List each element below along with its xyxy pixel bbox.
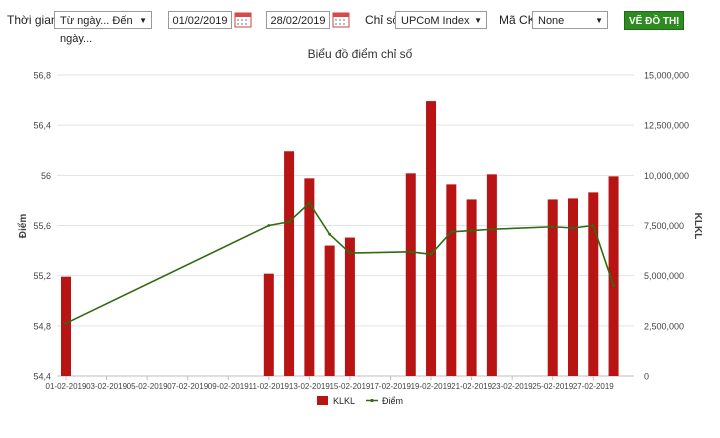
index-select[interactable]: UPCoM Index ▼ [395,11,487,29]
y2-tick-label: 5,000,000 [644,271,684,281]
y-axis-label: Điểm [17,214,29,239]
code-select[interactable]: None ▼ [532,11,608,29]
volume-bar [405,173,416,376]
x-tick-label: 09-02-2019 [208,382,249,391]
code-select-value: None [538,15,565,27]
index-select-value: UPCoM Index [401,15,470,27]
time-select[interactable]: Từ ngày... Đến ngày... ▼ [54,11,152,45]
volume-bar [466,199,477,376]
volume-bar [486,174,497,376]
index-point [348,251,352,255]
volume-bars [61,101,619,376]
x-tick-label: 19-02-2019 [411,382,452,391]
index-point [64,321,68,325]
legend-swatch-klkl [317,396,328,405]
x-tick-label: 01-02-2019 [46,382,87,391]
y2-tick-label: 12,500,000 [644,121,689,131]
chart-title: Biểu đồ điểm chỉ số [308,47,413,61]
volume-bar [446,184,457,376]
volume-bar [61,276,71,376]
y-axis: 56,8 56,4 56 55,6 55,2 54,8 54,4 [33,71,51,382]
index-point [470,229,473,232]
time-label: Thời gian [7,13,58,27]
calendar-icon[interactable] [234,11,252,28]
legend-label-klkl: KLKL [333,396,355,406]
y-tick-label: 55,2 [33,271,51,281]
y2-tick-label: 15,000,000 [644,71,689,81]
y2-tick-label: 2,500,000 [644,321,684,331]
code-label: Mã CK [499,13,536,27]
index-point [287,220,291,224]
index-label: Chỉ số [365,13,400,27]
index-point [307,201,311,205]
volume-bar [284,151,295,376]
volume-bar [568,198,578,376]
legend: KLKL Điểm [317,396,403,406]
to-date-input[interactable]: 28/02/2019 [266,11,330,29]
x-tick-label: 05-02-2019 [127,382,168,391]
x-tick-label: 23-02-2019 [492,382,533,391]
draw-chart-button[interactable]: VẼ ĐỒ THỊ [624,11,684,30]
chevron-down-icon: ▼ [139,16,147,25]
y-tick-label: 55,6 [33,221,51,231]
y2-tick-label: 0 [644,372,649,382]
x-tick-label: 13-02-2019 [289,382,330,391]
x-axis: 01-02-2019 03-02-2019 05-02-2019 07-02-2019… [46,376,614,391]
index-point [612,284,615,288]
y2-tick-label: 7,500,000 [644,221,684,231]
index-chart: Biểu đồ điểm chỉ số Điểm KLKL 56,856,456… [17,47,703,406]
index-line-path [65,201,615,325]
chevron-down-icon: ▼ [595,16,603,25]
index-point [551,225,555,229]
calendar-icon[interactable] [332,11,350,28]
y2-axis: 15,000,000 12,500,000 10,000,000 7,500,000 5… [644,71,689,382]
volume-bar [344,237,355,376]
x-tick-label: 25-02-2019 [532,382,573,391]
chevron-down-icon: ▼ [474,16,482,25]
y-tick-label: 56,4 [33,121,51,131]
index-point [328,232,332,236]
y-tick-label: 54,8 [33,321,51,331]
y-tick-label: 56 [41,171,51,181]
index-point [409,250,413,254]
index-point [429,252,433,256]
volume-bar [588,192,599,376]
volume-bar [263,273,274,376]
x-tick-label: 03-02-2019 [86,382,127,391]
y-tick-label: 56,8 [33,71,51,81]
y2-tick-label: 10,000,000 [644,171,689,181]
legend-label-diem: Điểm [382,396,403,406]
x-tick-label: 21-02-2019 [451,382,492,391]
toolbar: Thời gian Từ ngày... Đến ngày... ▼ 01/02… [0,0,720,45]
volume-bar [324,245,335,376]
index-point [449,230,453,234]
index-line [64,201,615,325]
volume-bar [426,101,437,376]
x-tick-label: 15-02-2019 [329,382,370,391]
x-tick-label: 11-02-2019 [249,382,290,391]
index-point [267,224,271,227]
legend-marker-diem [370,398,374,403]
index-point [571,226,575,230]
y2-axis-label: KLKL [692,213,703,240]
index-point [591,224,595,227]
x-tick-label: 27-02-2019 [573,382,614,391]
x-tick-label: 07-02-2019 [167,382,208,391]
x-tick-label: 17-02-2019 [370,382,411,391]
index-point [490,227,494,231]
y-tick-label: 54,4 [33,372,51,382]
from-date-input[interactable]: 01/02/2019 [168,11,232,29]
